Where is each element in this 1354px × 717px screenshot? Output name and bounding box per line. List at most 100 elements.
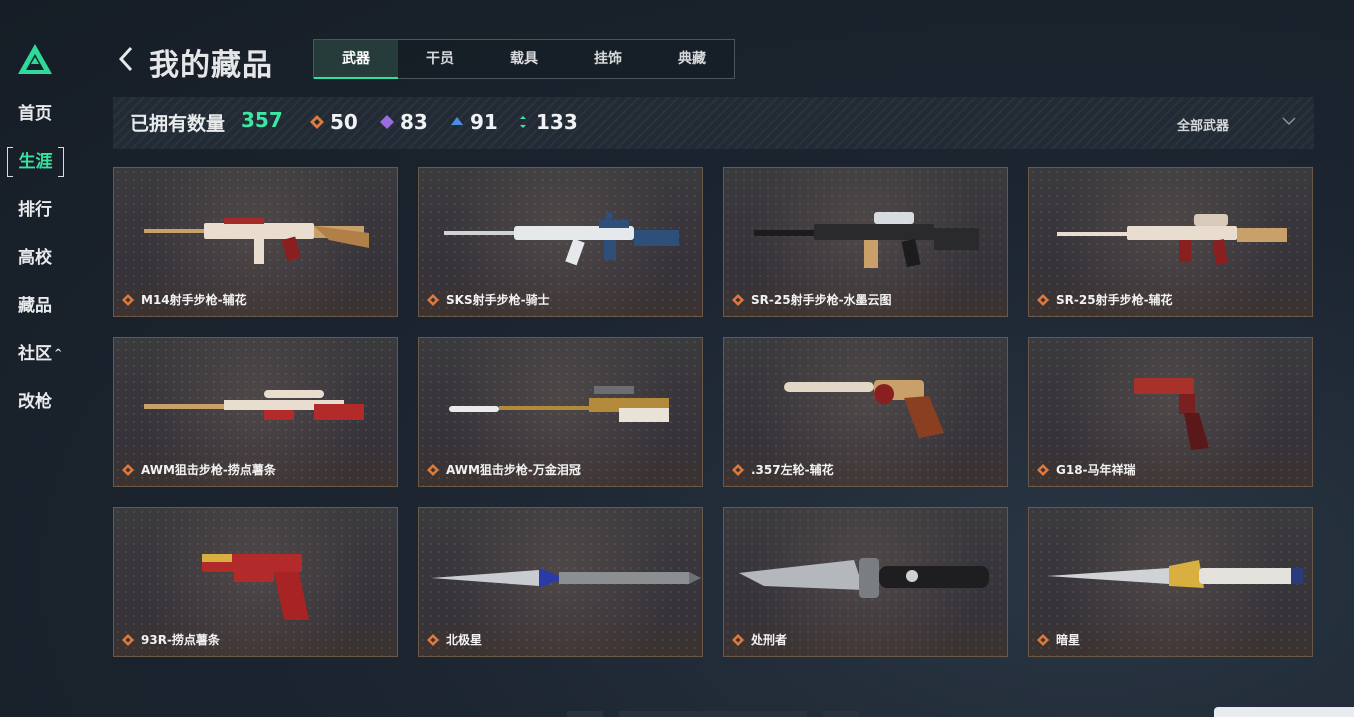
item-name-text: 暗星	[1056, 633, 1081, 647]
sidebar-item-college[interactable]: 高校	[18, 243, 52, 273]
item-name: 93R-捞点薯条	[122, 631, 220, 648]
chevron-down-icon[interactable]	[1281, 115, 1297, 127]
stat-green: 133	[516, 110, 578, 134]
page-title: 我的藏品	[149, 48, 273, 83]
orange-diamond-icon	[427, 293, 439, 306]
item-name: .357左轮-辅花	[732, 461, 834, 478]
owned-label: 已拥有数量	[130, 113, 226, 135]
item-name-text: 北极星	[446, 633, 483, 647]
item-name: 处刑者	[732, 631, 787, 648]
sidebar-item-career[interactable]: 生涯	[7, 147, 64, 177]
tab-vehicles[interactable]: 载具	[482, 40, 566, 78]
sidebar-item-home[interactable]: 首页	[18, 99, 52, 129]
orange-diamond-icon	[732, 633, 744, 646]
collection-card[interactable]: SR-25射手步枪-水墨云图	[723, 167, 1008, 317]
stat-orange: 50	[310, 110, 358, 134]
item-name: SR-25射手步枪-水墨云图	[732, 291, 892, 308]
collection-card[interactable]: .357左轮-辅花	[723, 337, 1008, 487]
item-name-text: SR-25射手步枪-水墨云图	[751, 293, 892, 307]
stat-value: 50	[330, 110, 358, 134]
item-name-text: 93R-捞点薯条	[141, 633, 220, 647]
orange-diamond-icon	[732, 293, 744, 306]
owned-count: 357	[241, 108, 283, 132]
dagger-image	[431, 568, 701, 588]
blade-image	[1047, 560, 1303, 588]
item-name-text: SR-25射手步枪-辅花	[1056, 293, 1173, 307]
sidebar-item-label: 生涯	[18, 152, 53, 172]
item-name-text: M14射手步枪-辅花	[141, 293, 247, 307]
orange-diamond-icon	[310, 115, 324, 129]
back-arrow-icon[interactable]	[117, 44, 135, 74]
orange-diamond-icon	[732, 463, 744, 476]
collection-card[interactable]: M14射手步枪-辅花	[113, 167, 398, 317]
stats-bar: 已拥有数量 357 50 83 91 133 全部武器	[113, 97, 1314, 149]
sniper-image	[144, 390, 364, 420]
corner-panel	[1214, 707, 1354, 717]
item-name: SR-25射手步枪-辅花	[1037, 291, 1173, 308]
collection-card[interactable]: 暗星	[1028, 507, 1313, 657]
item-name: 北极星	[427, 631, 482, 648]
tab-operators[interactable]: 干员	[398, 40, 482, 78]
orange-diamond-icon	[1037, 293, 1049, 306]
sidebar-item-label: 藏品	[18, 296, 52, 316]
item-name-text: 处刑者	[751, 633, 788, 647]
collection-card[interactable]: 93R-捞点薯条	[113, 507, 398, 657]
orange-diamond-icon	[122, 293, 134, 306]
sidebar-item-collection[interactable]: 藏品	[18, 291, 52, 321]
sidebar-item-label: 高校	[18, 248, 52, 268]
tab-charms[interactable]: 挂饰	[566, 40, 650, 78]
orange-diamond-icon	[122, 633, 134, 646]
orange-diamond-icon	[122, 463, 134, 476]
rifle-image	[1057, 214, 1287, 265]
purple-diamond-icon	[380, 115, 394, 129]
item-name: AWM狙击步枪-捞点薯条	[122, 461, 276, 478]
knife-image	[739, 558, 989, 598]
sniper-image	[449, 386, 669, 422]
orange-diamond-icon	[427, 633, 439, 646]
page-next-button[interactable]	[823, 711, 859, 717]
item-name: SKS射手步枪-骑士	[427, 291, 550, 308]
tab-classics[interactable]: 典藏	[650, 40, 734, 78]
app-logo	[18, 44, 52, 74]
stat-blue: 91	[450, 110, 498, 134]
weapon-filter-dropdown[interactable]: 全部武器	[1177, 115, 1229, 134]
pistol-image	[1134, 378, 1209, 450]
sidebar-item-label: 社区	[18, 344, 52, 364]
item-name: 暗星	[1037, 631, 1080, 648]
collection-card[interactable]: 处刑者	[723, 507, 1008, 657]
rifle-image	[754, 212, 979, 268]
sidebar-item-community[interactable]: 社区 ^	[18, 339, 62, 369]
pistol-image	[202, 554, 309, 620]
orange-diamond-icon	[427, 463, 439, 476]
orange-diamond-icon	[1037, 633, 1049, 646]
collection-card[interactable]: G18-马年祥瑞	[1028, 337, 1313, 487]
chevron-up-icon: ^	[54, 348, 63, 359]
page-indicator	[619, 711, 807, 717]
stat-value: 91	[470, 110, 498, 134]
collection-card[interactable]: AWM狙击步枪-捞点薯条	[113, 337, 398, 487]
category-tabs: 武器 干员 载具 挂饰 典藏	[313, 39, 735, 79]
sidebar-item-label: 首页	[18, 104, 52, 124]
item-name: AWM狙击步枪-万金泪冠	[427, 461, 581, 478]
sidebar-item-ranking[interactable]: 排行	[18, 195, 52, 225]
collection-card[interactable]: 北极星	[418, 507, 703, 657]
stat-value: 83	[400, 110, 428, 134]
blue-diamond-icon	[451, 117, 463, 125]
collection-card[interactable]: SR-25射手步枪-辅花	[1028, 167, 1313, 317]
stat-value: 133	[536, 110, 578, 134]
green-diamond-icon	[520, 116, 526, 128]
tab-weapons[interactable]: 武器	[314, 40, 398, 79]
collection-card[interactable]: AWM狙击步枪-万金泪冠	[418, 337, 703, 487]
item-name-text: G18-马年祥瑞	[1056, 463, 1136, 477]
collection-card[interactable]: SKS射手步枪-骑士	[418, 167, 703, 317]
item-name-text: AWM狙击步枪-万金泪冠	[446, 463, 581, 477]
rifle-image	[444, 212, 679, 266]
page-prev-button[interactable]	[567, 711, 603, 717]
item-name-text: AWM狙击步枪-捞点薯条	[141, 463, 276, 477]
item-name-text: SKS射手步枪-骑士	[446, 293, 550, 307]
orange-diamond-icon	[1037, 463, 1049, 476]
item-name-text: .357左轮-辅花	[751, 463, 834, 477]
collection-grid: M14射手步枪-辅花 SKS射手步枪-骑士 SR-25射手步枪-水墨云图 SR-…	[113, 167, 1314, 657]
item-name: G18-马年祥瑞	[1037, 461, 1136, 478]
sidebar-item-gunsmith[interactable]: 改枪	[18, 387, 52, 417]
